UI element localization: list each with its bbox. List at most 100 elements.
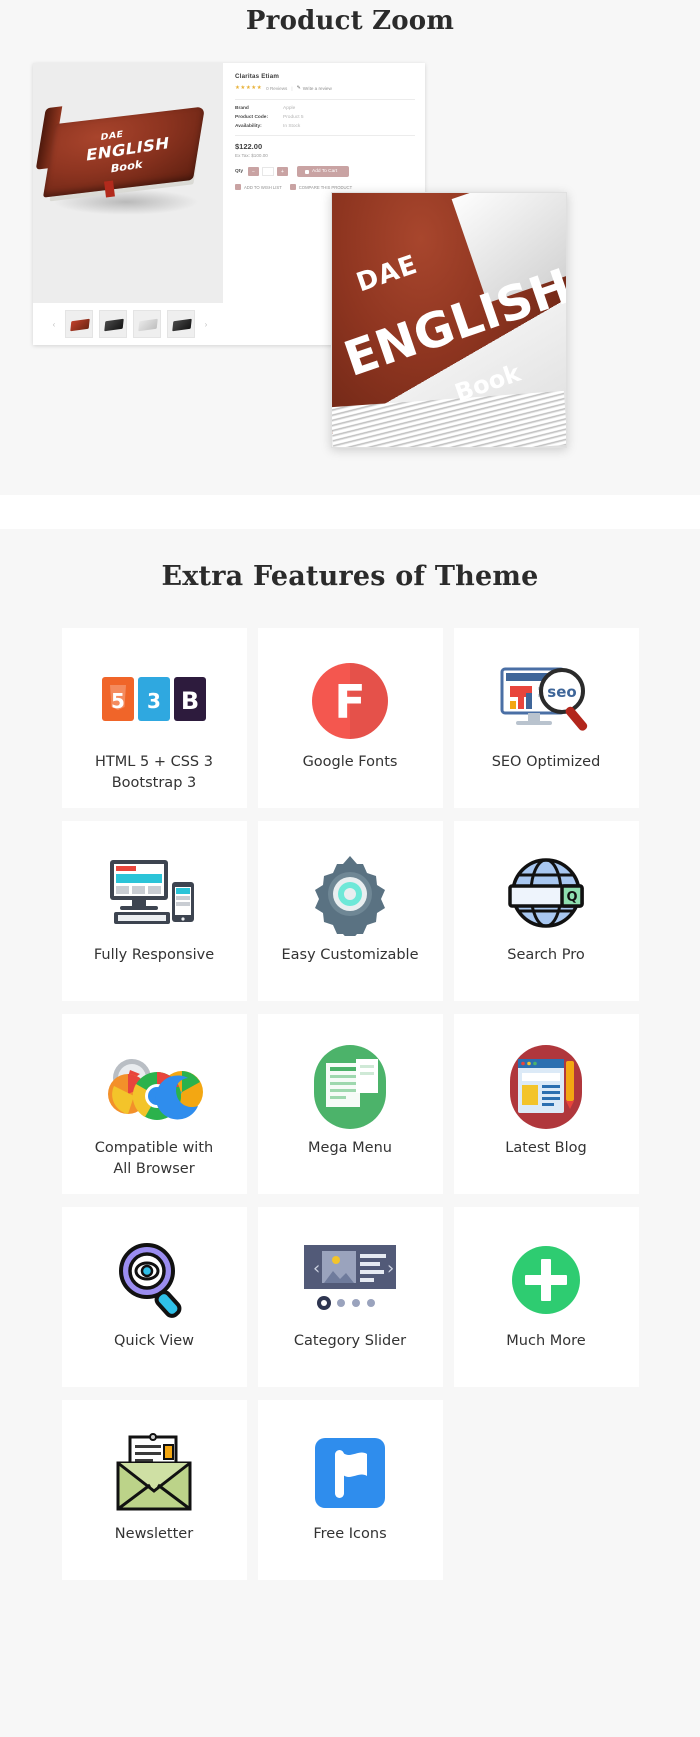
feature-card-free-icons[interactable]: Free Icons bbox=[257, 1400, 443, 1580]
spec-key: Availability: bbox=[235, 124, 262, 129]
feature-label: Much More bbox=[506, 1333, 586, 1349]
product-price: $122.00 bbox=[235, 142, 263, 151]
divider bbox=[235, 135, 415, 136]
feature-label: Latest Blog bbox=[505, 1140, 587, 1156]
feature-card-compatible-all-browser[interactable]: Compatible with All Browser bbox=[61, 1014, 247, 1194]
product-actions-row: ADD TO WISH LIST COMPARE THIS PRODUCT bbox=[235, 184, 415, 190]
heart-icon bbox=[235, 184, 241, 190]
star-rating-icon: ★★★★★ bbox=[235, 85, 263, 91]
compare-product-label: COMPARE THIS PRODUCT bbox=[298, 184, 353, 190]
reviews-count: 0 Reviews bbox=[266, 85, 288, 91]
thumbnail-book-icon bbox=[138, 318, 158, 332]
feature-card-google-fonts[interactable]: F Google Fonts bbox=[257, 628, 443, 808]
add-to-cart-button[interactable]: Add To Cart bbox=[297, 166, 350, 177]
feature-label: Fully Responsive bbox=[93, 947, 215, 963]
feature-card-mega-menu[interactable]: Mega Menu bbox=[257, 1014, 443, 1194]
product-reviews-row: ★★★★★ 0 Reviews | ✎ Write a review bbox=[235, 85, 415, 91]
feature-card-quick-view[interactable]: Quick View bbox=[61, 1207, 247, 1387]
feature-label: Category Slider bbox=[293, 1333, 407, 1349]
extra-features-section: Extra Features of Theme 5 3 B HTML 5 + C… bbox=[0, 529, 700, 1580]
google-fonts-icon: F bbox=[295, 654, 405, 748]
book-bookmark bbox=[104, 180, 115, 198]
spec-value[interactable]: Apple bbox=[283, 106, 295, 111]
spec-row: Brand Apple bbox=[235, 106, 415, 111]
product-name: Claritas Etiam bbox=[235, 73, 280, 80]
mega-menu-icon bbox=[295, 1040, 405, 1134]
feature-label: Newsletter bbox=[114, 1526, 194, 1542]
zoom-lens-page-edge bbox=[332, 390, 566, 447]
write-review-link[interactable]: ✎ Write a review bbox=[297, 85, 332, 91]
page-title: Product Zoom bbox=[245, 6, 455, 36]
zoom-lens-panel: DAE ENGLISH Book bbox=[331, 192, 567, 448]
spec-value: Product 5 bbox=[283, 115, 304, 120]
thumbnail-item[interactable] bbox=[133, 310, 161, 338]
flag-icon bbox=[295, 1426, 405, 1520]
svg-text:F: F bbox=[334, 675, 365, 729]
quantity-input[interactable] bbox=[262, 167, 274, 176]
book-title-line3: Book bbox=[109, 157, 144, 176]
feature-label: Mega Menu bbox=[308, 1140, 392, 1156]
feature-card-placeholder bbox=[454, 1400, 639, 1580]
gear-icon bbox=[295, 847, 405, 941]
section-divider bbox=[0, 495, 700, 529]
feature-label: Free Icons bbox=[313, 1526, 387, 1542]
feature-card-html5-css3-bootstrap[interactable]: 5 3 B HTML 5 + CSS 3 Bootstrap 3 bbox=[61, 628, 247, 808]
add-to-wishlist-label: ADD TO WISH LIST bbox=[244, 184, 282, 190]
thumbnail-item[interactable] bbox=[99, 310, 127, 338]
svg-text:3: 3 bbox=[147, 689, 161, 713]
spec-row: Availability: In Stock bbox=[235, 124, 415, 129]
feature-label: SEO Optimized bbox=[491, 754, 601, 770]
category-slider-icon: ‹ › bbox=[295, 1233, 405, 1327]
carousel-next-arrow[interactable]: › bbox=[201, 320, 211, 329]
quantity-decrease-button[interactable]: − bbox=[248, 167, 259, 176]
cart-icon bbox=[305, 169, 309, 174]
feature-card-much-more[interactable]: Much More bbox=[453, 1207, 639, 1387]
thumbnail-book-icon bbox=[172, 318, 192, 332]
feature-card-fully-responsive[interactable]: Fully Responsive bbox=[61, 821, 247, 1001]
svg-text:‹: ‹ bbox=[313, 1258, 320, 1279]
feature-card-latest-blog[interactable]: Latest Blog bbox=[453, 1014, 639, 1194]
quantity-increase-button[interactable]: + bbox=[277, 167, 288, 176]
feature-card-search-pro[interactable]: Q Search Pro bbox=[453, 821, 639, 1001]
spec-row: Product Code: Product 5 bbox=[235, 115, 415, 120]
book-illustration: DAE ENGLISH Book bbox=[35, 97, 210, 247]
thumbnail-book-icon bbox=[104, 318, 124, 332]
feature-label: Easy Customizable bbox=[281, 947, 419, 963]
svg-text:›: › bbox=[387, 1258, 394, 1279]
feature-label: Quick View bbox=[113, 1333, 195, 1349]
feature-card-category-slider[interactable]: ‹ › Category Slider bbox=[257, 1207, 443, 1387]
seo-optimized-icon: seo bbox=[491, 654, 601, 748]
spec-key: Brand bbox=[235, 106, 249, 111]
carousel-prev-arrow[interactable]: ‹ bbox=[49, 320, 59, 329]
svg-text:Q: Q bbox=[566, 890, 577, 905]
feature-card-easy-customizable[interactable]: Easy Customizable bbox=[257, 821, 443, 1001]
thumbnail-item[interactable] bbox=[167, 310, 195, 338]
plus-circle-icon bbox=[491, 1233, 601, 1327]
quick-view-icon bbox=[99, 1233, 209, 1327]
add-to-wishlist-button[interactable]: ADD TO WISH LIST bbox=[235, 184, 282, 190]
feature-label: HTML 5 + CSS 3 Bootstrap 3 bbox=[95, 754, 213, 792]
html5-css3-bootstrap-icon: 5 3 B bbox=[99, 654, 209, 748]
compare-product-button[interactable]: COMPARE THIS PRODUCT bbox=[289, 184, 353, 190]
thumbnail-item[interactable] bbox=[65, 310, 93, 338]
feature-card-seo-optimized[interactable]: seo SEO Optimized bbox=[453, 628, 639, 808]
spec-value: In Stock bbox=[283, 124, 301, 129]
zoom-lens-image: DAE ENGLISH Book bbox=[332, 193, 566, 447]
product-main-image[interactable]: DAE ENGLISH Book bbox=[33, 63, 223, 303]
divider bbox=[235, 99, 415, 100]
features-title: Extra Features of Theme bbox=[161, 561, 539, 592]
svg-text:seo: seo bbox=[547, 683, 576, 701]
globe-search-icon: Q bbox=[491, 847, 601, 941]
reviews-separator: | bbox=[291, 85, 293, 91]
latest-blog-icon bbox=[491, 1040, 601, 1134]
svg-text:5: 5 bbox=[111, 689, 125, 713]
quantity-label: Qty bbox=[235, 169, 243, 174]
zoom-lens-line1: DAE bbox=[352, 249, 422, 299]
thumbnail-book-icon bbox=[70, 318, 90, 332]
browsers-icon bbox=[99, 1040, 209, 1134]
feature-label: Google Fonts bbox=[302, 754, 398, 770]
compare-icon bbox=[289, 184, 296, 190]
feature-label: Search Pro bbox=[507, 947, 585, 963]
feature-card-newsletter[interactable]: Newsletter bbox=[61, 1400, 247, 1580]
pencil-icon: ✎ bbox=[296, 85, 301, 91]
